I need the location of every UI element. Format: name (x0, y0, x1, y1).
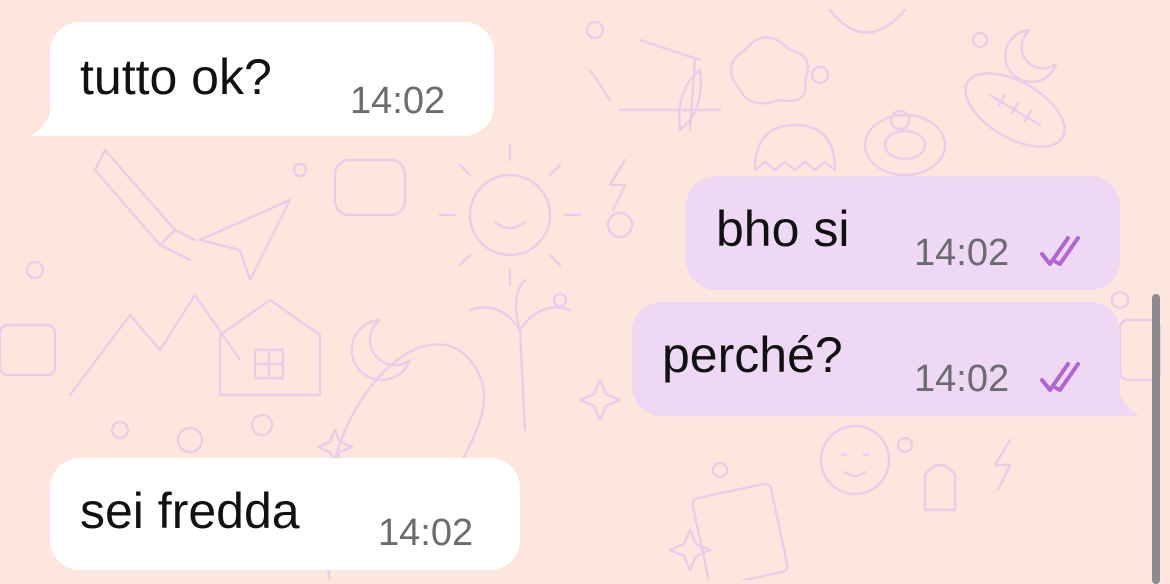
rocket-doodle-icon (93, 148, 197, 262)
star-doodle-icon (578, 378, 622, 422)
message-timestamp: 14:02 (378, 512, 474, 554)
lightning-doodle-icon (608, 158, 627, 212)
ghost-doodle-icon (753, 123, 837, 172)
message-bubble-outgoing[interactable]: perché? 14:02 (632, 302, 1120, 416)
person-doodle-icon (819, 424, 891, 496)
moon-doodle-icon-2 (1004, 28, 1058, 84)
chat-doodle-icon (333, 158, 407, 217)
message-text: tutto ok? (80, 49, 272, 105)
paper-plane-doodle-icon (198, 198, 292, 282)
star-doodle-icon-2 (668, 528, 712, 572)
football-doodle-icon (964, 72, 1066, 148)
message-bubble-outgoing[interactable]: bho si 14:02 (686, 176, 1120, 290)
bag-doodle-icon (923, 463, 957, 512)
house-doodle-icon (218, 298, 322, 397)
message-bubble-incoming[interactable]: tutto ok? 14:02 (50, 22, 494, 136)
document-doodle-icon (691, 482, 789, 580)
bubble-tail-outgoing (1092, 380, 1140, 416)
scroll-indicator[interactable] (1152, 294, 1160, 584)
lightning-doodle-icon-2 (993, 438, 1012, 492)
sun-doodle-icon (438, 143, 582, 287)
double-check-icon (1040, 362, 1080, 392)
plant-doodle-icon (678, 58, 702, 132)
smile-doodle-icon (828, 8, 907, 34)
mountain-doodle-icon (68, 293, 242, 397)
message-timestamp: 14:02 (350, 80, 446, 122)
flower-doodle-icon (250, 413, 274, 437)
flower-doodle-icon-2 (606, 211, 634, 239)
ring-doodle-icon (863, 113, 947, 177)
cloud-doodle-icon (730, 36, 810, 105)
message-text: bho si (716, 201, 850, 257)
message-text: perché? (662, 327, 843, 383)
message-bubble-incoming[interactable]: sei fredda 14:02 (50, 458, 520, 570)
message-timestamp: 14:02 (914, 358, 1010, 400)
double-check-icon (1040, 236, 1080, 266)
box-doodle-icon-2 (0, 323, 57, 377)
message-timestamp: 14:02 (914, 232, 1010, 274)
moon-doodle-icon (350, 318, 412, 382)
ring-doodle-icon-2 (883, 129, 927, 161)
bubble-tail-incoming (30, 100, 78, 136)
message-text: sei fredda (80, 483, 300, 539)
